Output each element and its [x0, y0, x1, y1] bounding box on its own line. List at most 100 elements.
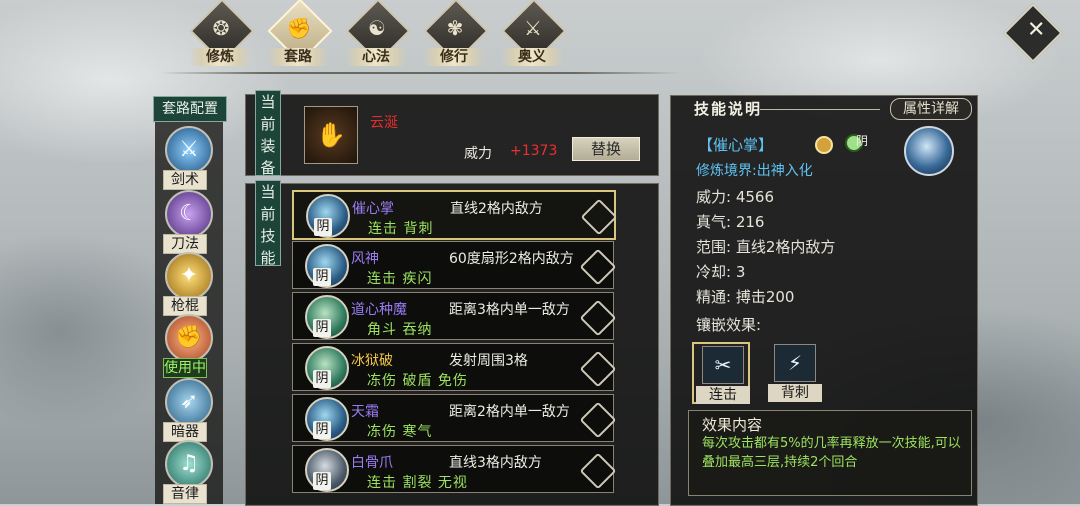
skill-row[interactable]: 阴 道心种魔 角斗 吞纳 距离3格内单一敌方: [292, 292, 617, 340]
spiral-icon: ❂: [212, 16, 230, 40]
stat-power: 威力: 4566: [696, 188, 775, 206]
yin-tag: 阴: [313, 472, 331, 490]
category-music[interactable]: ♫ 音律: [159, 440, 219, 504]
category-label: 使用中: [163, 358, 207, 378]
equipment-slot[interactable]: ✋: [304, 106, 358, 164]
category-label: 枪棍: [163, 296, 207, 316]
skill-attributes: 冻伤 破盾 免伤: [367, 373, 468, 389]
category-column: ⚔ 剑术 ☾ 刀法 ✦ 枪棍 ✊ 使用中 ➶ 暗器 ♫ 音律: [155, 122, 223, 504]
skill-row[interactable]: 阴 催心掌 连击 背刺 直线2格内敌方: [292, 190, 618, 240]
combo-strike-icon: ✂: [714, 353, 732, 377]
coin-icon: [815, 136, 833, 154]
skill-attributes: 连击 背刺: [368, 221, 434, 237]
gem-combo-strike[interactable]: ✂ 连击: [692, 342, 750, 404]
selected-skill-name: 【催心掌】: [698, 136, 774, 154]
tab-routines[interactable]: ✊ 套路: [263, 0, 335, 68]
attribute-detail-button[interactable]: 属性详解: [890, 98, 972, 120]
title-divider: [760, 109, 880, 110]
equipment-name: 云涎: [370, 115, 398, 131]
category-label: 刀法: [163, 234, 207, 254]
skill-range: 直线3格内敌方: [449, 455, 542, 471]
skill-name: 天霜: [351, 404, 379, 420]
spear-icon: ✦: [165, 252, 213, 300]
yin-tag: 阴: [313, 370, 331, 388]
skill-range: 60度扇形2格内敌方: [449, 251, 574, 267]
scroll-icon: ✾: [446, 16, 464, 40]
swap-icon[interactable]: [580, 198, 618, 236]
category-label: 暗器: [163, 422, 207, 442]
dart-icon: ➶: [165, 378, 213, 426]
skill-row[interactable]: 阴 白骨爪 连击 割裂 无视 直线3格内敌方: [292, 445, 617, 493]
sword-icon: ⚔: [524, 16, 542, 40]
tab-label: 套路: [267, 48, 329, 66]
blade-icon: ☾: [165, 190, 213, 238]
skill-attributes: 冻伤 寒气: [367, 424, 433, 440]
skill-name: 白骨爪: [351, 455, 393, 471]
gauntlet-icon: ✋: [316, 121, 346, 149]
cultivation-realm: 修炼境界:出神入化: [696, 163, 813, 179]
tab-training[interactable]: ❂ 修炼: [185, 0, 257, 68]
skill-range: 直线2格内敌方: [450, 201, 543, 217]
swap-icon[interactable]: [579, 299, 617, 337]
fist-icon: ✊: [286, 16, 312, 40]
tab-label: 修炼: [189, 48, 251, 66]
swap-icon[interactable]: [579, 452, 617, 490]
tab-mind-method[interactable]: ☯ 心法: [341, 0, 413, 68]
tab-label: 修行: [423, 48, 485, 66]
effect-title: 效果内容: [702, 416, 763, 434]
inlay-effect-label: 镶嵌效果:: [696, 316, 762, 334]
yin-tag: 阴: [313, 319, 331, 337]
yin-tag: 阴: [314, 218, 332, 236]
skill-name: 冰狱破: [351, 353, 393, 369]
gem-label: 连击: [696, 386, 750, 404]
stat-range: 范围: 直线2格内敌方: [696, 238, 836, 256]
sword-icon: ⚔: [165, 126, 213, 174]
category-sword[interactable]: ⚔ 剑术: [159, 126, 219, 190]
skill-row[interactable]: 阴 冰狱破 冻伤 破盾 免伤 发射周围3格: [292, 343, 617, 391]
skill-name: 风神: [351, 251, 379, 267]
category-in-use[interactable]: ✊ 使用中: [159, 314, 219, 378]
swap-icon[interactable]: [579, 350, 617, 388]
category-spear[interactable]: ✦ 枪棍: [159, 252, 219, 316]
skill-large-icon: [904, 126, 954, 176]
skill-attributes: 连击 割裂 无视: [367, 475, 468, 491]
gem-backstab[interactable]: ⚡ 背刺: [766, 342, 824, 404]
current-skills-label: 当前技能: [255, 180, 281, 267]
skill-range: 距离3格内单一敌方: [449, 302, 570, 318]
category-label: 剑术: [163, 170, 207, 190]
tab-mysteries[interactable]: ⚔ 奥义: [497, 0, 569, 68]
category-label: 音律: [163, 484, 207, 504]
gem-label: 背刺: [768, 384, 822, 402]
power-value: +1373: [510, 143, 558, 159]
skill-row[interactable]: 阴 天霜 冻伤 寒气 距离2格内单一敌方: [292, 394, 617, 442]
effect-text: 每次攻击都有5%的几率再释放一次技能,可以叠加最高三层,持续2个回合: [702, 436, 961, 470]
nav-divider: [160, 72, 680, 74]
backstab-icon: ⚡: [787, 351, 803, 375]
tab-label: 心法: [345, 48, 407, 66]
skill-row[interactable]: 阴 风神 连击 疾闪 60度扇形2格内敌方: [292, 241, 617, 289]
skill-range: 距离2格内单一敌方: [449, 404, 570, 420]
close-icon: ✕: [1026, 17, 1046, 43]
top-nav: ❂ 修炼 ✊ 套路 ☯ 心法 ✾ 修行 ⚔ 奥义: [185, 0, 595, 68]
yin-tag: 阴: [313, 268, 331, 286]
swap-icon[interactable]: [579, 248, 617, 286]
routine-config-title: 套路配置: [153, 96, 227, 122]
music-icon: ♫: [165, 440, 213, 488]
skill-name: 道心种魔: [351, 302, 407, 318]
element-label: 阴: [856, 134, 869, 148]
detail-title: 技能说明: [694, 100, 763, 118]
current-equipment-label: 当前装备: [255, 90, 281, 177]
tab-label: 奥义: [501, 48, 563, 66]
category-hidden-weapon[interactable]: ➶ 暗器: [159, 378, 219, 442]
stat-cooldown: 冷却: 3: [696, 263, 746, 281]
stat-qi: 真气: 216: [696, 213, 765, 231]
skill-attributes: 连击 疾闪: [367, 271, 433, 287]
tab-cultivation[interactable]: ✾ 修行: [419, 0, 491, 68]
replace-button[interactable]: 替换: [572, 137, 640, 161]
swap-icon[interactable]: [579, 401, 617, 439]
fist-icon: ✊: [165, 314, 213, 362]
category-blade[interactable]: ☾ 刀法: [159, 190, 219, 254]
skill-name: 催心掌: [352, 201, 394, 217]
stat-mastery: 精通: 搏击200: [696, 288, 795, 306]
skill-attributes: 角斗 吞纳: [367, 322, 433, 338]
